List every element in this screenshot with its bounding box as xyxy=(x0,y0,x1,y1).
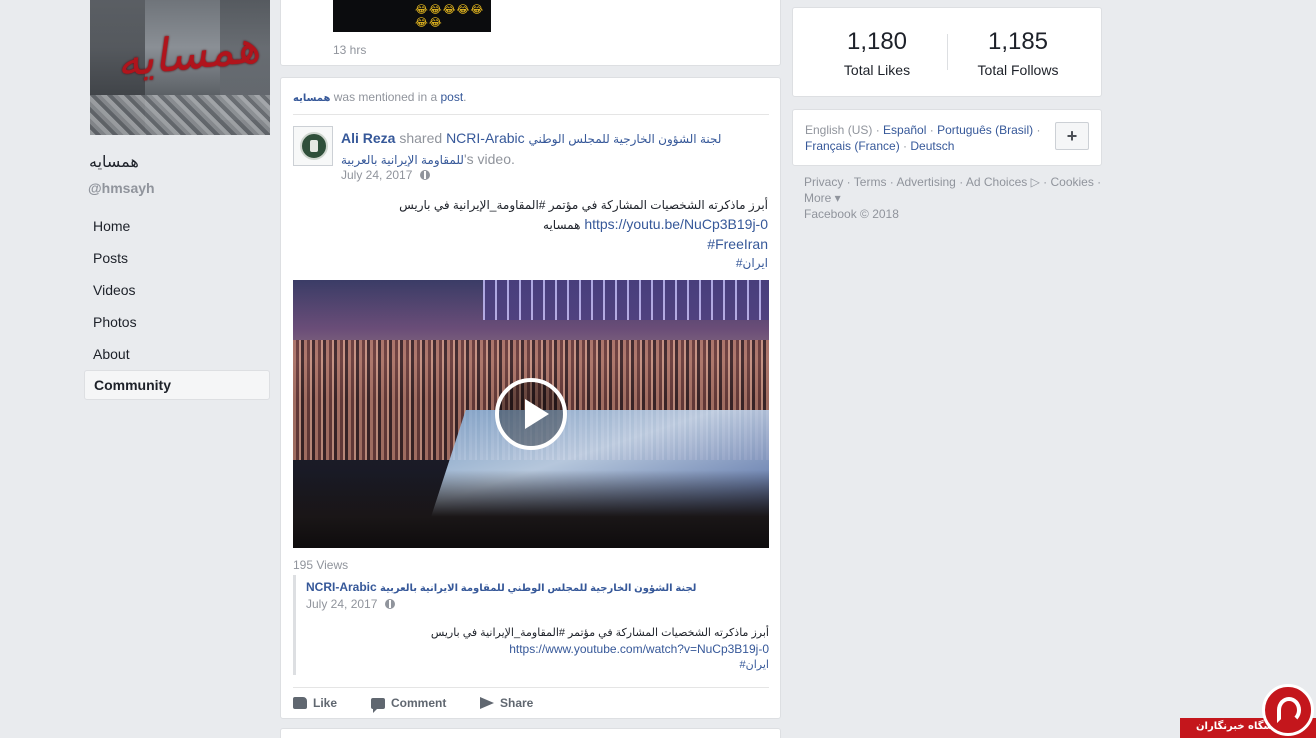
mention-text: was mentioned in a xyxy=(333,90,438,104)
hashtag-iran[interactable]: #ایران xyxy=(328,254,768,273)
header-divider xyxy=(293,114,769,115)
previous-post-image[interactable]: 😂😂😂😂😂😂😂 xyxy=(333,0,491,32)
post-text-line2: همسایه https://youtu.be/NuCp3B19j-0 xyxy=(328,215,768,235)
quoted-title-latin: NCRI-Arabic xyxy=(306,580,377,594)
language-fr[interactable]: Français (France) xyxy=(805,139,900,153)
hashtag-freeiran[interactable]: #FreeIran xyxy=(328,235,768,254)
share-button[interactable]: Share xyxy=(480,696,533,710)
total-follows-count: 1,185 xyxy=(987,28,1049,55)
mention-end: . xyxy=(463,90,467,104)
stats-card: 1,180 Total Likes 1,185 Total Follows xyxy=(792,7,1102,97)
post-text-line2-ar: همسایه xyxy=(543,218,581,232)
shared-suffix: 's video. xyxy=(463,151,515,167)
nav-item-posts[interactable]: Posts xyxy=(84,242,270,274)
quoted-hashtag-iran[interactable]: #ایران xyxy=(349,657,769,673)
add-language-button[interactable]: + xyxy=(1055,122,1089,150)
mention-line: همسایه was mentioned in a post. xyxy=(293,90,467,104)
footer-terms[interactable]: Terms xyxy=(854,175,887,189)
quoted-text: أبرز ماذكرته الشخصيات المشاركة في مؤتمر … xyxy=(349,625,769,673)
footer-advertising[interactable]: Advertising xyxy=(896,175,955,189)
previous-post-timestamp[interactable]: 13 hrs xyxy=(333,43,366,57)
nav-item-community[interactable]: Community xyxy=(84,370,270,400)
footer-ad-choices[interactable]: Ad Choices xyxy=(966,175,1027,189)
nav-item-videos[interactable]: Videos xyxy=(84,274,270,306)
quoted-page-link[interactable]: NCRI-Arabic لجنة الشؤون الخارجية للمجلس … xyxy=(306,580,696,594)
comment-label: Comment xyxy=(391,696,447,710)
author-avatar[interactable] xyxy=(293,126,333,166)
total-likes-label: Total Likes xyxy=(843,62,911,78)
mention-post-link[interactable]: post xyxy=(440,90,463,104)
post-youtube-link[interactable]: https://youtu.be/NuCp3B19j-0 xyxy=(584,216,768,232)
video-player[interactable] xyxy=(293,280,769,548)
mention-page-link[interactable]: همسایه xyxy=(293,93,330,104)
share-arrow-icon xyxy=(480,697,494,709)
actions-divider xyxy=(293,687,769,688)
post-text-line1: أبرز ماذكرته الشخصيات المشاركة في مؤتمر … xyxy=(399,198,768,212)
like-label: Like xyxy=(313,696,338,710)
post-actions: Like Comment Share xyxy=(293,693,769,713)
like-button[interactable]: Like xyxy=(293,696,337,710)
globe-icon xyxy=(385,599,396,609)
share-label: Share xyxy=(500,696,534,710)
nav-item-about[interactable]: About xyxy=(84,338,270,370)
ad-choices-icon: ▷ xyxy=(1027,175,1040,189)
total-follows-stat: 1,185 Total Follows xyxy=(948,28,1088,78)
post-card: همسایه was mentioned in a post. Ali Reza… xyxy=(280,77,781,719)
total-likes-count: 1,180 xyxy=(846,28,908,55)
post-text: أبرز ماذكرته الشخصيات المشاركة في مؤتمر … xyxy=(328,196,768,273)
language-de[interactable]: Deutsch xyxy=(910,139,954,153)
nav-item-photos[interactable]: Photos xyxy=(84,306,270,338)
total-likes-stat: 1,180 Total Likes xyxy=(807,28,947,78)
cover-rubble xyxy=(90,95,270,135)
next-post-card xyxy=(280,728,781,738)
comment-button[interactable]: Comment xyxy=(371,696,447,713)
footer-copyright: Facebook © 2018 xyxy=(804,207,899,221)
language-list: English (US) · Español · Português (Bras… xyxy=(805,123,1041,153)
share-line: Ali Reza shared NCRI-Arabic لجنة الشؤون … xyxy=(341,128,751,170)
footer-links: Privacy · Terms · Advertising · Ad Choic… xyxy=(804,175,1102,221)
post-date[interactable]: July 24, 2017 xyxy=(341,168,412,182)
footer-cookies[interactable]: Cookies xyxy=(1050,175,1093,189)
thumbs-up-icon xyxy=(293,697,307,709)
watermark: باشگاه خبرنگاران xyxy=(1180,684,1316,738)
globe-icon xyxy=(420,170,431,180)
language-es[interactable]: Español xyxy=(883,123,926,137)
footer-more[interactable]: More xyxy=(804,191,831,205)
language-current: English (US) xyxy=(805,123,873,137)
footer-privacy[interactable]: Privacy xyxy=(804,175,843,189)
total-follows-label: Total Follows xyxy=(977,62,1059,78)
shared-word: shared xyxy=(399,130,443,146)
quoted-date[interactable]: July 24, 2017 xyxy=(306,597,377,611)
fist-icon xyxy=(300,132,328,160)
quoted-youtube-link[interactable]: https://www.youtube.com/watch?v=NuCp3B19… xyxy=(349,641,769,657)
quoted-text-line1: أبرز ماذكرته الشخصيات المشاركة في مؤتمر … xyxy=(430,627,769,639)
play-icon[interactable] xyxy=(495,378,567,450)
chevron-down-icon: ▾ xyxy=(831,191,841,205)
language-card: English (US) · Español · Português (Bras… xyxy=(792,109,1102,166)
language-pt-br[interactable]: Português (Brasil) xyxy=(937,123,1033,137)
previous-post-card: 😂😂😂😂😂😂😂 13 hrs xyxy=(280,0,781,66)
page-title[interactable]: همسایه xyxy=(89,152,139,171)
emoji-row: 😂😂😂😂😂😂😂 xyxy=(415,4,485,29)
page-profile-picture[interactable]: همسایه xyxy=(90,0,270,135)
comment-icon xyxy=(371,698,385,713)
quoted-meta: July 24, 2017 xyxy=(306,597,396,611)
video-foreground xyxy=(293,470,769,548)
quoted-title-arabic: لجنة الشؤون الخارجية للمجلس الوطني للمقا… xyxy=(380,583,697,594)
quoted-post: NCRI-Arabic لجنة الشؤون الخارجية للمجلس … xyxy=(293,575,769,675)
author-name[interactable]: Ali Reza xyxy=(341,130,395,146)
video-views: 195 Views xyxy=(293,558,349,572)
nav-item-home[interactable]: Home xyxy=(84,210,270,242)
shared-page-latin: NCRI-Arabic xyxy=(446,130,525,146)
watermark-logo-icon xyxy=(1262,684,1314,736)
video-stage-lights xyxy=(483,280,769,320)
page-handle[interactable]: @hmsayh xyxy=(88,180,155,196)
post-meta: July 24, 2017 xyxy=(341,168,431,182)
page-nav: Home Posts Videos Photos About Community xyxy=(84,210,270,400)
